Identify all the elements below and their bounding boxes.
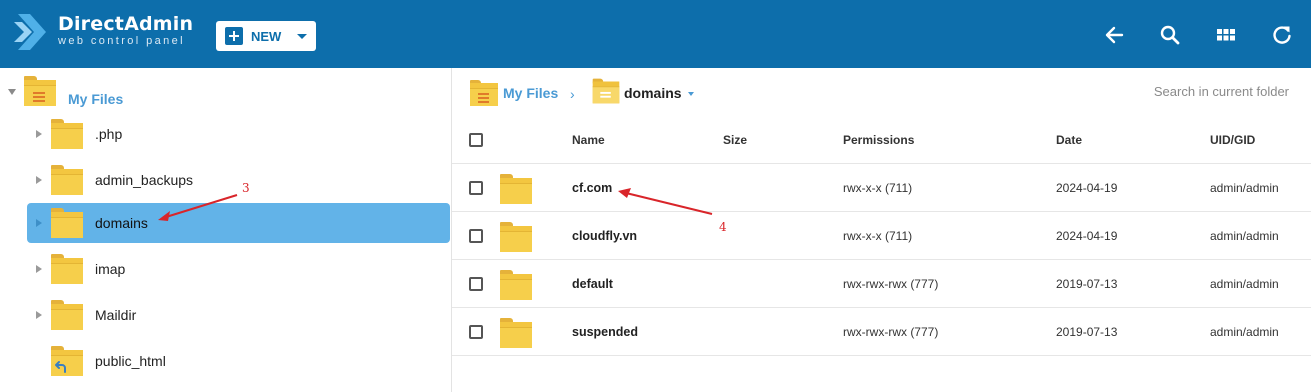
table-header: Name Size Permissions Date UID/GID (452, 116, 1311, 164)
file-permissions: rwx-rwx-rwx (777) (843, 277, 939, 291)
folder-icon (51, 300, 83, 330)
file-permissions: rwx-rwx-rwx (777) (843, 325, 939, 339)
file-uid-gid: admin/admin (1210, 229, 1279, 243)
new-button[interactable]: NEW (216, 21, 316, 51)
file-name[interactable]: cf.com (572, 181, 612, 195)
table-row[interactable]: suspended rwx-rwx-rwx (777) 2019-07-13 a… (452, 308, 1311, 356)
folder-icon (24, 76, 56, 106)
table-row[interactable]: cloudfly.vn rwx-x-x (711) 2024-04-19 adm… (452, 212, 1311, 260)
column-date[interactable]: Date (1056, 133, 1082, 147)
annotation-number-4: 4 (719, 220, 727, 234)
file-name[interactable]: cloudfly.vn (572, 229, 637, 243)
chevron-down-icon[interactable] (688, 92, 694, 96)
file-uid-gid: admin/admin (1210, 277, 1279, 291)
plus-icon (225, 27, 243, 45)
folder-icon (51, 165, 83, 195)
grid-view-icon[interactable] (1215, 24, 1237, 46)
folder-link-icon (51, 346, 83, 376)
folder-icon (500, 270, 532, 300)
chevron-down-icon (297, 33, 308, 39)
file-date: 2024-04-19 (1056, 181, 1118, 195)
folder-icon (500, 318, 532, 348)
search-input[interactable]: Search in current folder (1154, 84, 1289, 99)
folder-icon (500, 222, 532, 252)
file-name[interactable]: suspended (572, 325, 638, 339)
expand-arrow-icon[interactable] (36, 265, 42, 273)
chevron-right-icon: › (570, 86, 575, 102)
directadmin-logo-icon[interactable] (14, 12, 50, 52)
new-button-label: NEW (251, 28, 282, 44)
expand-arrow-icon[interactable] (8, 89, 16, 95)
file-date: 2019-07-13 (1056, 277, 1118, 291)
file-name[interactable]: default (572, 277, 613, 291)
tree-root-label: My Files (68, 91, 124, 107)
file-table: Name Size Permissions Date UID/GID cf.co… (452, 116, 1311, 356)
breadcrumb-root[interactable]: My Files (470, 80, 558, 106)
expand-arrow-icon[interactable] (36, 130, 42, 138)
row-checkbox[interactable] (469, 277, 483, 291)
expand-arrow-icon[interactable] (36, 311, 42, 319)
tree-item-label: public_html (95, 353, 166, 369)
tree-item-label: admin_backups (95, 172, 194, 188)
table-row[interactable]: default rwx-rwx-rwx (777) 2019-07-13 adm… (452, 260, 1311, 308)
folder-icon (51, 208, 83, 238)
brand: DirectAdmin web control panel (58, 13, 193, 47)
folder-icon (51, 254, 83, 284)
row-checkbox[interactable] (469, 181, 483, 195)
tree-item-php[interactable]: .php (27, 114, 450, 154)
breadcrumb-current[interactable] (592, 78, 620, 104)
brand-subtitle: web control panel (58, 35, 186, 47)
expand-arrow-icon[interactable] (36, 219, 42, 227)
top-bar: DirectAdmin web control panel NEW (0, 0, 1311, 68)
file-permissions: rwx-x-x (711) (843, 229, 913, 243)
tree-item-admin-backups[interactable]: admin_backups (27, 160, 450, 200)
folder-open-icon (592, 78, 620, 104)
refresh-icon[interactable] (1271, 24, 1293, 46)
folder-tree: My Files .php admin_backups domains imap… (0, 68, 452, 392)
file-permissions: rwx-x-x (711) (843, 181, 913, 195)
tree-item-label: domains (95, 215, 148, 231)
tree-item-label: Maildir (95, 307, 137, 323)
tree-item-imap[interactable]: imap (27, 249, 450, 289)
folder-icon (500, 174, 532, 204)
tree-item-label: .php (95, 126, 123, 142)
select-all-checkbox[interactable] (469, 133, 483, 147)
folder-icon (470, 80, 498, 106)
file-date: 2019-07-13 (1056, 325, 1118, 339)
row-checkbox[interactable] (469, 325, 483, 339)
column-name[interactable]: Name (572, 133, 605, 147)
file-date: 2024-04-19 (1056, 229, 1118, 243)
annotation-number-3: 3 (242, 181, 250, 195)
breadcrumb-root-label: My Files (503, 85, 559, 101)
expand-arrow-icon[interactable] (36, 176, 42, 184)
row-checkbox[interactable] (469, 229, 483, 243)
file-uid-gid: admin/admin (1210, 325, 1279, 339)
table-row[interactable]: cf.com rwx-x-x (711) 2024-04-19 admin/ad… (452, 164, 1311, 212)
search-icon[interactable] (1159, 24, 1181, 46)
file-list-panel: My Files › domains Search in current fol… (452, 68, 1311, 392)
tree-item-public-html[interactable]: public_html (27, 341, 450, 381)
column-uid-gid[interactable]: UID/GID (1210, 133, 1255, 147)
file-uid-gid: admin/admin (1210, 181, 1279, 195)
breadcrumb-current-label[interactable]: domains (624, 85, 682, 101)
tree-item-maildir[interactable]: Maildir (27, 295, 450, 335)
column-permissions[interactable]: Permissions (843, 133, 914, 147)
tree-root-my-files[interactable]: My Files (0, 76, 452, 107)
folder-icon (51, 119, 83, 149)
brand-name: DirectAdmin (58, 13, 194, 35)
back-arrow-icon[interactable] (1103, 24, 1125, 46)
tree-item-label: imap (95, 261, 126, 277)
tree-item-domains[interactable]: domains (27, 203, 450, 243)
column-size[interactable]: Size (723, 133, 747, 147)
